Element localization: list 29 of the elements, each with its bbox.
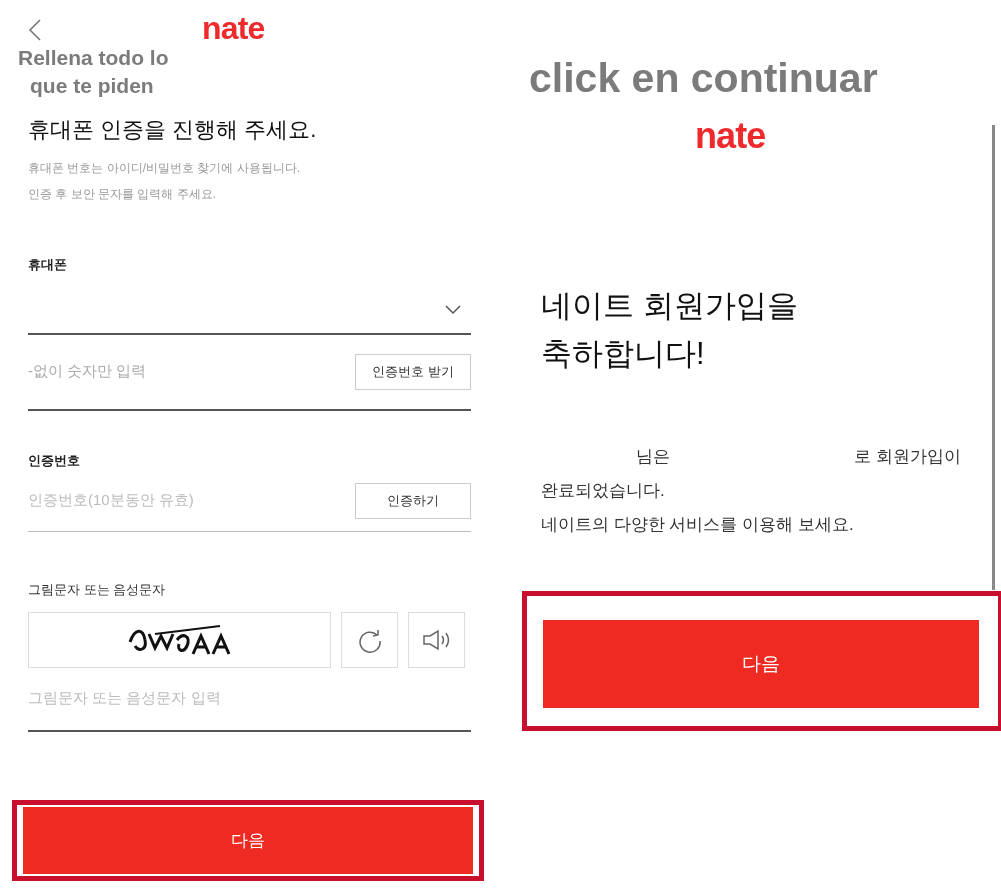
chevron-down-icon — [445, 304, 461, 315]
heading-text: 축하합니다! — [541, 335, 706, 373]
back-icon[interactable] — [28, 18, 42, 42]
message-text: 네이트의 다양한 서비스를 이용해 보세요. — [541, 514, 855, 536]
description-text: 휴대폰 번호는 아이디/비밀번호 찾기에 사용됩니다. — [28, 160, 301, 177]
field-label: 그림문자 또는 음성문자 — [28, 581, 167, 599]
speaker-icon — [421, 628, 452, 651]
heading-text: 네이트 회원가입을 — [541, 287, 798, 325]
description-text: 인증 후 보안 문자를 입력해 주세요. — [28, 186, 217, 203]
audio-button[interactable] — [408, 611, 465, 668]
nate-logo: nate — [695, 118, 766, 154]
message-text: 로 회원가입이 — [854, 446, 961, 468]
page-title: 휴대폰 인증을 진행해 주세요. — [28, 116, 318, 144]
nate-logo: nate — [202, 12, 265, 44]
field-label: 휴대폰 — [28, 256, 68, 274]
next-button[interactable]: 다음 — [23, 807, 473, 874]
code-input-field[interactable]: 인증번호(10분동안 유효) — [28, 489, 355, 512]
annotation-text: que te piden — [30, 73, 155, 99]
phone-input-field[interactable]: -없이 숫자만 입력 — [28, 360, 355, 383]
message-text: 완료되었습니다. — [541, 480, 666, 502]
annotation-text: Rellena todo lo — [18, 45, 169, 71]
request-code-button[interactable]: 인증번호 받기 — [355, 353, 471, 390]
annotation-text: click en continuar — [529, 58, 878, 99]
next-button[interactable]: 다음 — [543, 620, 979, 708]
verify-button[interactable]: 인증하기 — [355, 482, 471, 519]
message-text: 님은 — [636, 446, 670, 468]
refresh-button[interactable] — [341, 611, 398, 668]
field-label: 인증번호 — [28, 451, 81, 470]
captcha-input-field[interactable]: 그림문자 또는 음성문자 입력 — [28, 687, 471, 710]
